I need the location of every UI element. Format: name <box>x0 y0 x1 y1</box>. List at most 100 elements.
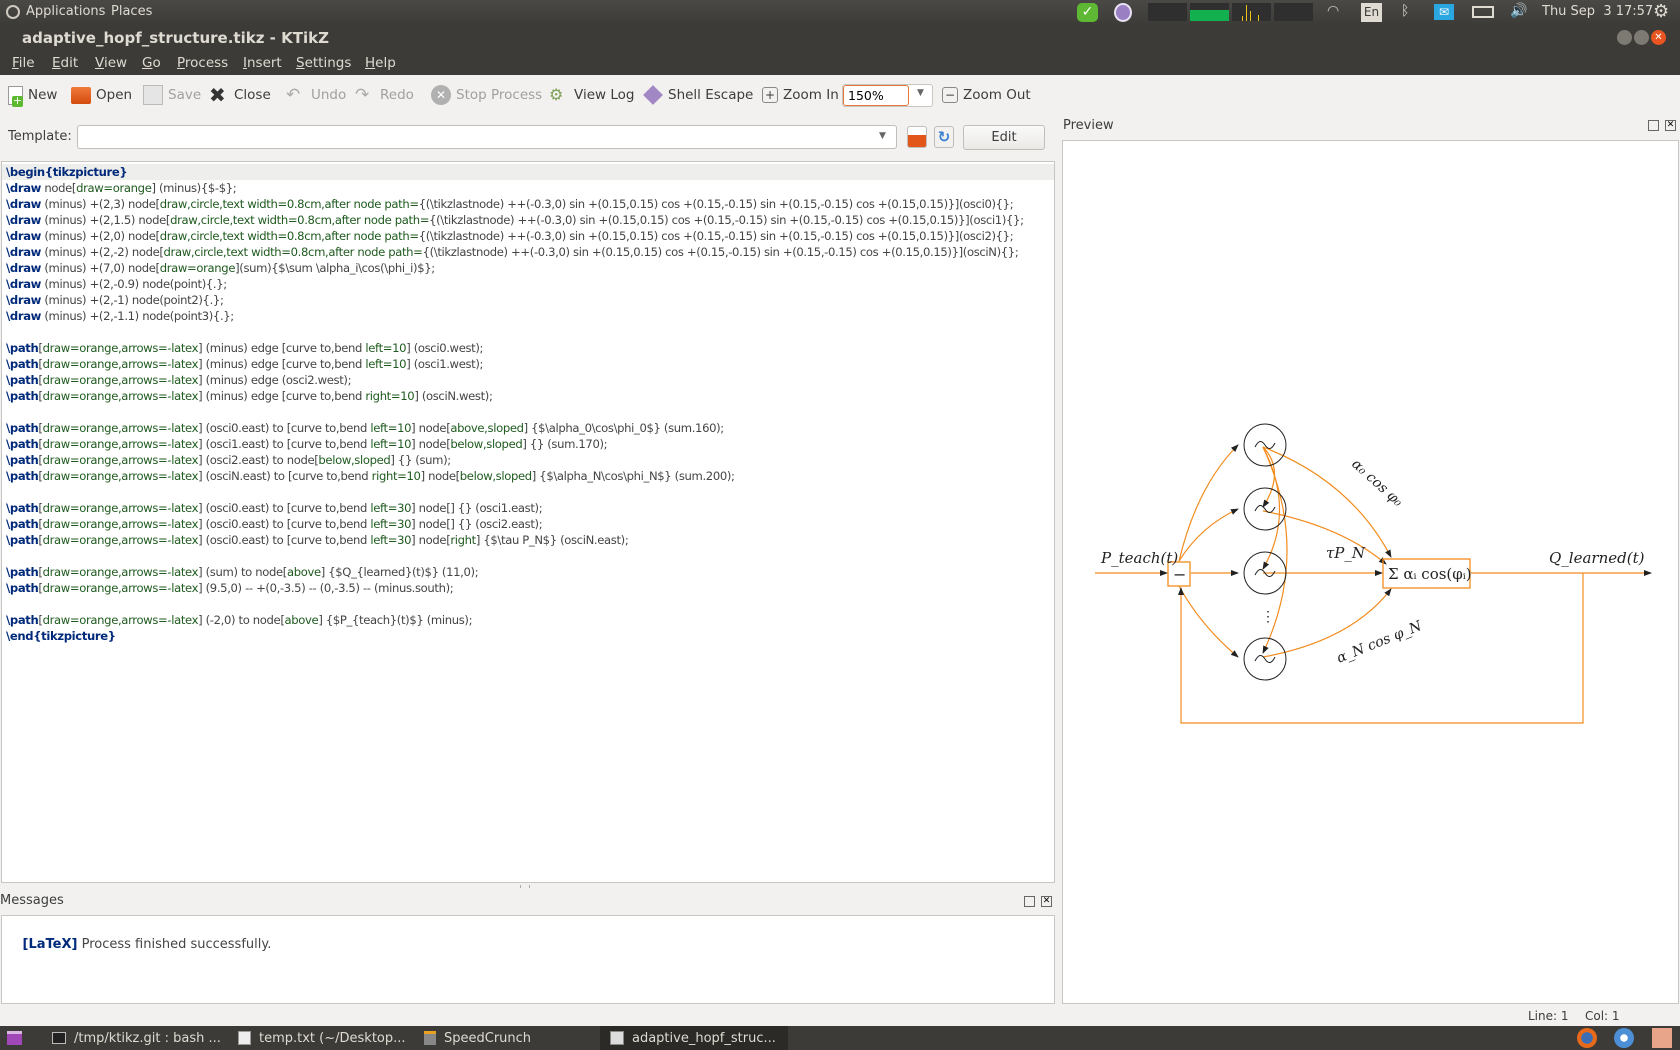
template-reload-icon[interactable]: ↻ <box>934 126 954 148</box>
code-text: ] node[] {} (osci2.east); <box>411 517 543 531</box>
code-line[interactable]: \path[draw=orange,arrows=-latex] (osci1.… <box>6 436 608 452</box>
code-line[interactable]: \path[draw=orange,arrows=-latex] (minus)… <box>6 388 493 404</box>
battery-icon[interactable] <box>1472 6 1494 18</box>
vertical-splitter-handle[interactable] <box>1056 140 1061 1004</box>
close-button[interactable]: ✖ Close <box>209 84 271 106</box>
new-button[interactable]: + New <box>8 84 57 107</box>
view-log-button[interactable]: ⚙ View Log <box>549 84 634 106</box>
menu-settings[interactable]: Settings <box>296 55 351 71</box>
clock[interactable]: Thu Sep 3 17:57 <box>1542 4 1653 19</box>
places-menu[interactable]: Places <box>111 4 152 19</box>
minimize-button[interactable] <box>1617 30 1632 45</box>
code-option: below,sloped <box>459 469 532 483</box>
zoom-dropdown-arrow-icon[interactable]: ▼ <box>917 88 924 98</box>
task-speedcrunch[interactable]: SpeedCrunch <box>414 1026 594 1050</box>
code-line[interactable]: \path[draw=orange,arrows=-latex] (osciN.… <box>6 468 735 484</box>
pidgin-icon[interactable] <box>1114 3 1132 22</box>
code-line[interactable]: \draw (minus) +(2,-1.1) node(point3){.}; <box>6 308 234 324</box>
code-line[interactable]: \draw (minus) +(2,0) node[draw,circle,te… <box>6 228 1014 244</box>
close-window-button[interactable]: ✕ <box>1651 30 1666 45</box>
code-line[interactable]: \path[draw=orange,arrows=-latex] (osci0.… <box>6 532 629 548</box>
template-edit-button[interactable]: Edit <box>963 125 1045 150</box>
editor-splitter-handle[interactable] <box>520 885 530 888</box>
firefox-icon[interactable] <box>1577 1028 1597 1048</box>
code-line[interactable]: \path[draw=orange,arrows=-latex] (osci0.… <box>6 516 543 532</box>
window-title: adaptive_hopf_structure.tikz - KTikZ <box>22 29 329 47</box>
show-desktop-icon[interactable] <box>7 1031 22 1045</box>
template-input[interactable] <box>80 127 870 147</box>
keyboard-layout-indicator[interactable]: En <box>1361 3 1382 22</box>
code-line[interactable]: \path[draw=orange,arrows=-latex] (osci2.… <box>6 452 451 468</box>
menu-go[interactable]: Go <box>142 55 161 71</box>
cpu-graph[interactable] <box>1148 3 1187 21</box>
redo-button[interactable]: ↷ Redo <box>355 84 414 106</box>
power-gear-icon[interactable]: ⚙ <box>1653 1 1669 22</box>
code-line[interactable]: \draw (minus) +(2,-0.9) node(point){.}; <box>6 276 227 292</box>
zoom-input[interactable] <box>843 85 909 106</box>
code-line[interactable]: \path[draw=orange,arrows=-latex] (9.5,0)… <box>6 580 454 596</box>
template-dropdown-arrow-icon[interactable]: ▼ <box>879 131 886 141</box>
code-line[interactable]: \path[draw=orange,arrows=-latex] (osci0.… <box>6 500 543 516</box>
undo-button[interactable]: ↶ Undo <box>286 84 346 106</box>
checkmark-icon[interactable]: ✓ <box>1077 3 1098 22</box>
code-line[interactable]: \path[draw=orange,arrows=-latex] (minus)… <box>6 340 483 356</box>
code-line[interactable]: \path[draw=orange,arrows=-latex] (minus)… <box>6 356 483 372</box>
code-editor[interactable]: \begin{tikzpicture} \draw node[draw=orang… <box>1 161 1055 883</box>
menu-file[interactable]: File <box>12 55 35 71</box>
wifi-icon[interactable]: ◠ <box>1327 3 1339 19</box>
code-line[interactable]: \draw (minus) +(2,-1) node(point2){.}; <box>6 292 224 308</box>
mail-icon[interactable]: ✉ <box>1434 4 1454 20</box>
code-line[interactable]: \path[draw=orange,arrows=-latex] (-2,0) … <box>6 612 472 628</box>
template-combobox[interactable]: ▼ <box>77 125 897 149</box>
zoom-out-button[interactable]: − Zoom Out <box>942 84 1031 106</box>
stop-process-button[interactable]: ✕ Stop Process <box>431 84 542 106</box>
code-line[interactable]: \draw node[draw=orange] (minus){$-$}; <box>6 180 237 196</box>
code-line[interactable]: \path[draw=orange,arrows=-latex] (sum) t… <box>6 564 479 580</box>
code-line[interactable]: \draw (minus) +(7,0) node[draw=orange](s… <box>6 260 435 276</box>
ubuntu-logo-icon[interactable] <box>6 5 20 19</box>
mem-graph[interactable] <box>1190 3 1229 21</box>
code-line[interactable]: \draw (minus) +(2,1.5) node[draw,circle,… <box>6 212 1024 228</box>
chromium-icon[interactable] <box>1614 1028 1634 1048</box>
menu-view[interactable]: View <box>95 55 127 71</box>
open-button[interactable]: Open <box>71 84 132 106</box>
zoom-combobox[interactable]: ▼ <box>842 84 933 107</box>
code-line[interactable]: \end{tikzpicture} <box>6 628 116 644</box>
shell-escape-button[interactable]: Shell Escape <box>643 84 753 106</box>
task-terminal[interactable]: /tmp/ktikz.git : bash ... <box>42 1026 222 1050</box>
applications-menu[interactable]: Applications <box>26 4 105 19</box>
messages-close-icon[interactable]: ✕ <box>1041 896 1052 907</box>
code-line[interactable]: \begin{tikzpicture} <box>2 164 1054 180</box>
load-graph[interactable] <box>1274 3 1313 21</box>
close-x-icon: ✖ <box>209 83 226 107</box>
code-line[interactable]: \draw (minus) +(2,-2) node[draw,circle,t… <box>6 244 1019 260</box>
maximize-button[interactable] <box>1634 30 1649 45</box>
code-option: draw,circle,text width=0.8cm,after node … <box>170 213 430 227</box>
preview-close-icon[interactable]: ✕ <box>1665 120 1676 131</box>
code-line[interactable]: \path[draw=orange,arrows=-latex] (osci0.… <box>6 420 724 436</box>
template-row: Template: ▼ ↻ Edit <box>0 120 1060 154</box>
preview-float-icon[interactable] <box>1648 120 1659 131</box>
code-line[interactable]: \path[draw=orange,arrows=-latex] (minus)… <box>6 372 351 388</box>
menu-insert[interactable]: Insert <box>243 55 282 71</box>
ktikz-launcher-icon[interactable] <box>1652 1028 1672 1048</box>
messages-float-icon[interactable] <box>1024 896 1035 907</box>
template-browse-folder-icon[interactable] <box>907 126 927 148</box>
net-graph[interactable] <box>1232 3 1271 21</box>
menu-process[interactable]: Process <box>177 55 228 71</box>
task-ktikz[interactable]: adaptive_hopf_struc... <box>600 1026 788 1050</box>
code-line[interactable]: \draw (minus) +(2,3) node[draw,circle,te… <box>6 196 1014 212</box>
code-text: ] (minus) edge (osci2.west); <box>198 373 352 387</box>
menu-edit[interactable]: Edit <box>52 55 78 71</box>
code-text: ] node[ <box>411 421 451 435</box>
task-text-editor[interactable]: temp.txt (~/Desktop... <box>228 1026 408 1050</box>
code-keyword: \path <box>6 357 39 371</box>
menu-help[interactable]: Help <box>365 55 396 71</box>
save-button[interactable]: Save <box>143 84 201 106</box>
volume-icon[interactable]: 🔊 <box>1510 3 1527 19</box>
zoom-in-button[interactable]: + Zoom In <box>762 84 839 106</box>
redo-arrow-icon: ↷ <box>355 85 370 105</box>
bluetooth-icon[interactable]: ᛒ <box>1401 3 1409 19</box>
code-keyword: \end{tikzpicture} <box>6 629 116 643</box>
preview-panel[interactable]: − ⋮ Σ αᵢ cos(φᵢ) P_teach(t) Q_learned(t)… <box>1062 140 1679 1004</box>
